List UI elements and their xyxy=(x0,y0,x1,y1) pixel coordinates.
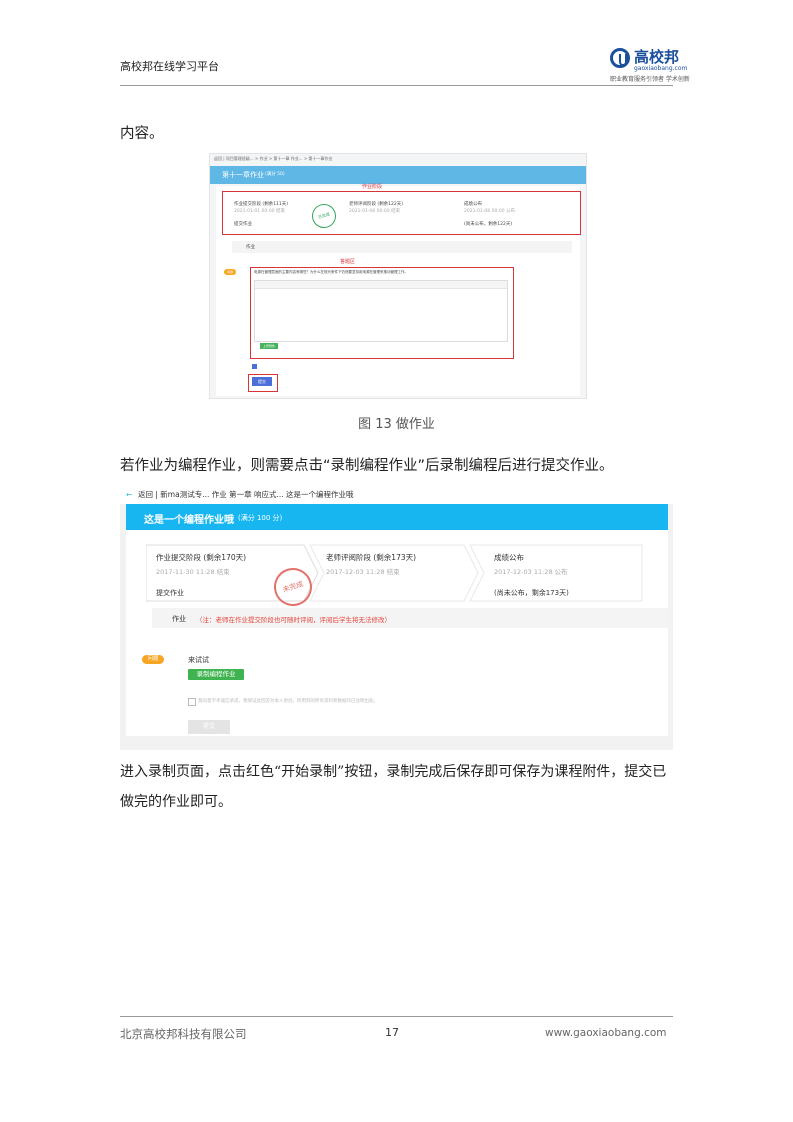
agree-checkbox[interactable] xyxy=(252,364,257,369)
work-label: 作业 xyxy=(172,615,186,623)
record-paragraph-line1: 进入录制页面，点击红色“开始录制”按钮，录制完成后保存即可保存为课程附件，提交已 xyxy=(120,764,667,780)
logo-url: gaoxiaobang.com xyxy=(634,65,688,72)
stage-result-foot: (尚未公布，剩余173天) xyxy=(494,589,569,597)
page-number: 17 xyxy=(385,1026,399,1039)
agree-text: 我同意学术诚信承诺，我保证此回答为本人原创，所用到的所有资料和数据均已注明出处。 xyxy=(198,699,378,704)
footer-company: 北京高校邦科技有限公司 xyxy=(120,1027,247,1041)
breadcrumb[interactable]: 返回 | 项目管理班级... > 作业 > 第十一章 作业... > 第十一章作… xyxy=(210,154,586,164)
stage-submit-date: 2017-11-30 11:28 结束 xyxy=(156,568,230,576)
figure-13-caption: 图 13 做作业 xyxy=(358,417,435,432)
stage-submit-foot[interactable]: 提交作业 xyxy=(234,221,252,227)
stage-submit-title: 作业提交阶段 (剩余170天) xyxy=(156,553,247,562)
content-panel: 作业提交阶段 (剩余170天) 2017-11-30 11:28 结束 提交作业… xyxy=(126,530,668,736)
stage-review-date: 2021-01-08 00:00 结束 xyxy=(349,209,400,214)
programming-homework-screenshot: ← 返回 | 新ma测试专... 作业 第一章 响应式... 这是一个编程作业哦… xyxy=(120,486,673,750)
submit-button[interactable]: 提交 xyxy=(252,377,272,386)
title-bar: 第十一章作业 (满分 50) xyxy=(210,166,586,184)
work-row: 作业 （注：老师在作业提交阶段也可随时评阅，评阅后学生将无法修改） xyxy=(152,608,668,628)
answer-editor[interactable] xyxy=(254,280,508,342)
page-title: 这是一个编程作业哦 xyxy=(144,515,234,526)
stage-result-title: 成绩公布 xyxy=(464,202,482,207)
stage-review-title: 老师评阅阶段 (剩余122天) xyxy=(349,202,404,207)
gaoxiaobang-logo: 高校邦 gaoxiaobang.com 职业教育服务引领者 学术创新 xyxy=(610,44,690,84)
stage-review-title: 老师评阅阶段 (剩余173天) xyxy=(326,553,417,562)
footer-website[interactable]: www.gaoxiaobang.com xyxy=(545,1027,667,1039)
stage-result-date: 2017-12-03 11:28 公布 xyxy=(494,568,568,576)
question-text: 电源在管理层面的主要内容有哪些？为什么在现代条件下仍然要坚持用电源在管理来推动管… xyxy=(254,270,408,274)
editor-toolbar[interactable] xyxy=(255,281,507,289)
agree-checkbox[interactable] xyxy=(188,698,196,706)
page-title: 第十一章作业 xyxy=(222,171,264,179)
logo-mark-icon xyxy=(610,48,630,68)
question-tag: 问题 xyxy=(224,269,236,275)
logo-tagline: 职业教育服务引领者 学术创新 xyxy=(610,76,690,83)
stage-review-date: 2017-12-03 11:28 结束 xyxy=(326,568,400,576)
stage-result-title: 成绩公布 xyxy=(494,553,524,562)
title-bar: 这是一个编程作业哦 (满分 100 分) xyxy=(126,504,668,530)
back-arrow-icon[interactable]: ← xyxy=(126,486,132,504)
answer-area-label: 答题区 xyxy=(340,259,356,265)
breadcrumb[interactable]: 返回 | 新ma测试专... 作业 第一章 响应式... 这是一个编程作业哦 xyxy=(138,486,354,504)
header-title: 高校邦在线学习平台 xyxy=(120,60,219,73)
question-title: 来试试 xyxy=(188,656,209,664)
intro-text: 内容。 xyxy=(120,126,164,142)
stage-submit-foot[interactable]: 提交作业 xyxy=(156,588,184,598)
record-programming-button[interactable]: 录制编程作业 xyxy=(188,669,244,680)
record-paragraph-line2: 做完的作业即可。 xyxy=(120,794,232,810)
content-panel: 作业阶段 作业提交阶段 (剩余111天) 2021-01-01 00:00 结束… xyxy=(216,184,581,396)
question-tag: 问题 xyxy=(142,655,164,664)
homework-screenshot-1: 返回 | 项目管理班级... > 作业 > 第十一章 作业... > 第十一章作… xyxy=(209,153,587,399)
submit-button[interactable]: 提交 xyxy=(188,720,230,734)
work-label: 作业 xyxy=(246,245,255,250)
footer-divider xyxy=(120,1016,673,1017)
work-row: 作业 xyxy=(232,241,572,253)
breadcrumb-bar: ← 返回 | 新ma测试专... 作业 第一章 响应式... 这是一个编程作业哦 xyxy=(120,486,673,504)
score-label: (满分 50) xyxy=(265,172,285,177)
logo-name: 高校邦 xyxy=(634,48,680,66)
stage-result-date: 2021-01-08 00:00 公布 xyxy=(464,209,515,214)
stage-submit-date: 2021-01-01 00:00 结束 xyxy=(234,209,285,214)
stage-submit-title: 作业提交阶段 (剩余111天) xyxy=(234,202,289,207)
score-label: (满分 100 分) xyxy=(238,514,283,522)
programming-paragraph: 若作业为编程作业，则需要点击“录制编程作业”后录制编程后进行提交作业。 xyxy=(120,458,614,474)
work-note: （注：老师在作业提交阶段也可随时评阅，评阅后学生将无法修改） xyxy=(196,616,391,624)
stage-area-label: 作业阶段 xyxy=(362,184,383,190)
header-divider xyxy=(120,85,673,86)
upload-attachment-button[interactable]: 上传附件 xyxy=(260,343,278,349)
stage-result-foot: (尚未公布，剩余122天) xyxy=(464,222,513,227)
